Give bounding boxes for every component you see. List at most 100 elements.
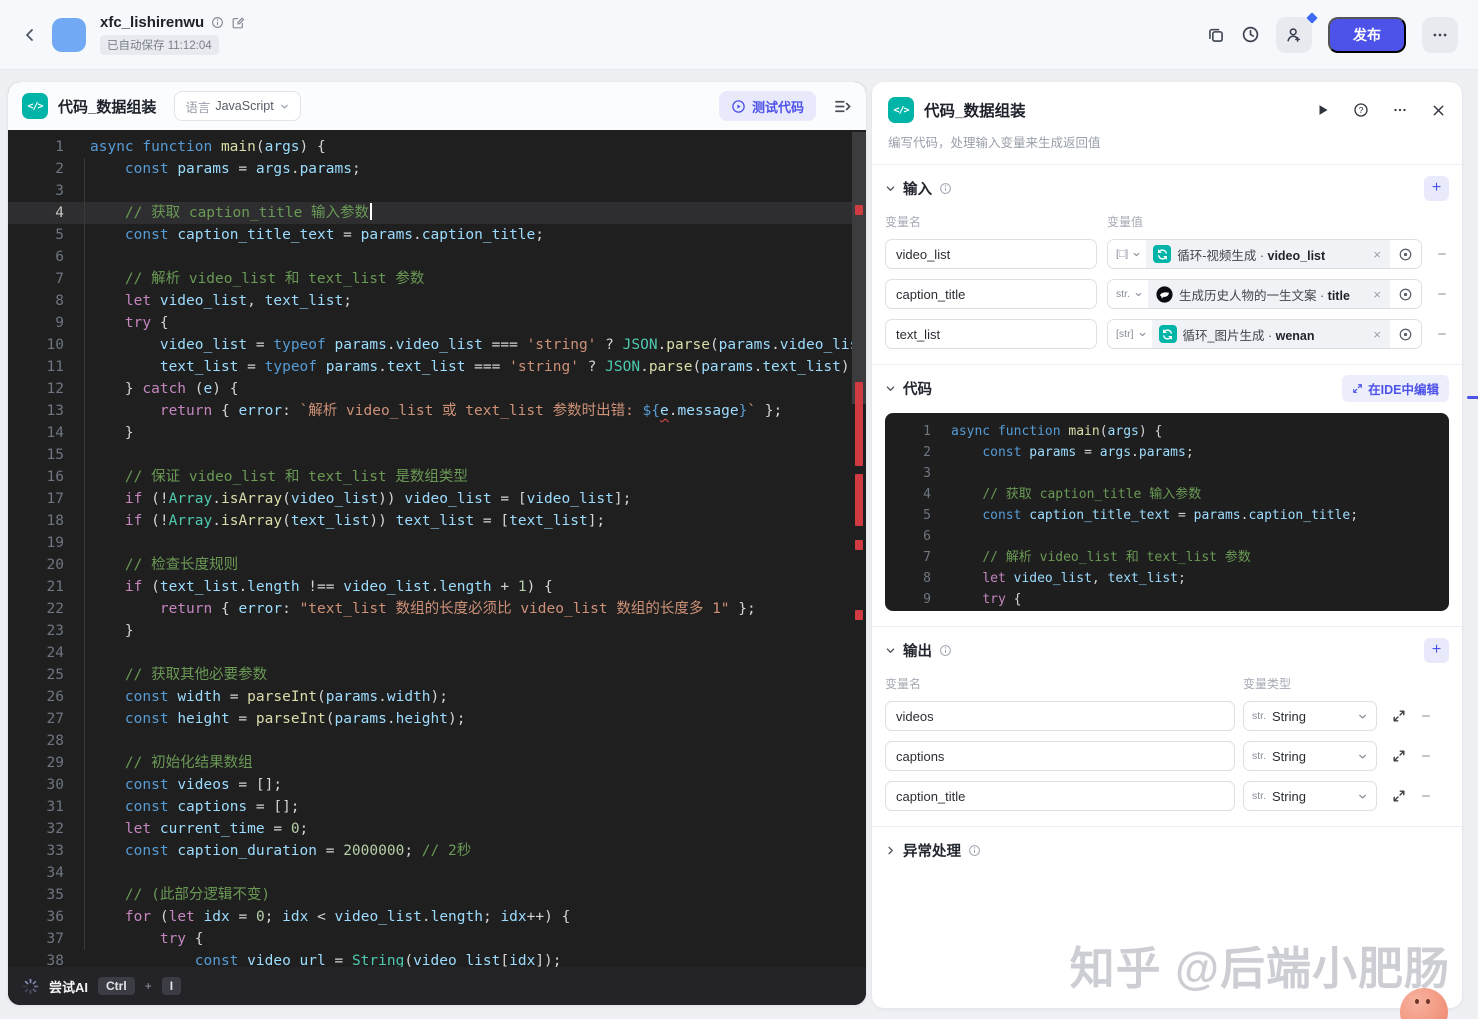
error-mark xyxy=(855,205,863,215)
chevron-down-icon xyxy=(1357,711,1368,722)
chevron-down-icon xyxy=(1133,252,1140,256)
add-input-button[interactable]: + xyxy=(1424,175,1449,201)
clear-reference-icon[interactable]: × xyxy=(1371,287,1383,302)
publish-button[interactable]: 发布 xyxy=(1328,16,1406,53)
app-icon[interactable] xyxy=(52,17,86,52)
plus-separator: + xyxy=(144,979,152,993)
column-label: 变量类型 xyxy=(1243,677,1292,691)
remove-row-icon[interactable]: − xyxy=(1419,708,1433,725)
indent-guide xyxy=(84,158,85,950)
clear-reference-icon[interactable]: × xyxy=(1371,327,1383,342)
remove-row-icon[interactable]: − xyxy=(1419,788,1433,805)
variable-value-control[interactable]: [str] 循环_图片生成 · wenan × xyxy=(1107,319,1422,349)
spinner-icon xyxy=(22,978,39,994)
language-select[interactable]: 语言 JavaScript xyxy=(174,91,301,121)
output-section: 输出 + 变量名 变量类型 str. String − str. String xyxy=(872,627,1462,827)
edit-in-ide-button[interactable]: 在IDE中编辑 xyxy=(1342,374,1449,402)
ai-assist-bar[interactable]: 尝试AI Ctrl + I xyxy=(8,967,866,1005)
output-section-title: 输出 xyxy=(903,643,932,660)
svg-text:?: ? xyxy=(1359,105,1364,115)
edit-icon[interactable] xyxy=(231,16,245,30)
clear-reference-icon[interactable]: × xyxy=(1371,247,1383,262)
chevron-down-icon[interactable] xyxy=(885,183,896,194)
mascot-eye xyxy=(1415,999,1419,1004)
remove-row-icon[interactable]: − xyxy=(1419,748,1433,765)
input-row: [□] 循环-视频生成 · video_list × − xyxy=(885,239,1449,269)
run-node-icon[interactable] xyxy=(1316,103,1330,117)
add-output-button[interactable]: + xyxy=(1424,637,1449,663)
reference-settings-icon[interactable] xyxy=(1398,327,1413,342)
reference-settings-icon[interactable] xyxy=(1398,287,1413,302)
test-code-button[interactable]: 测试代码 xyxy=(718,91,816,121)
remove-row-icon[interactable]: − xyxy=(1435,326,1449,343)
info-icon xyxy=(968,844,981,857)
app-title: xfc_lishirenwu xyxy=(100,14,205,31)
remove-row-icon[interactable]: − xyxy=(1435,246,1449,263)
expand-icon[interactable] xyxy=(1392,709,1406,723)
info-icon xyxy=(939,182,952,195)
history-icon[interactable] xyxy=(1241,25,1260,44)
scrollbar-thumb[interactable] xyxy=(852,132,866,404)
close-icon[interactable] xyxy=(1431,103,1446,118)
remove-row-icon[interactable]: − xyxy=(1435,286,1449,303)
variable-name-input[interactable] xyxy=(885,279,1097,309)
help-icon[interactable]: ? xyxy=(1353,102,1369,118)
output-row: str. String − xyxy=(885,741,1449,771)
chevron-right-icon[interactable] xyxy=(885,845,896,856)
duplicate-icon[interactable] xyxy=(1207,26,1225,44)
editor-scrollbar[interactable] xyxy=(852,130,866,967)
expand-icon[interactable] xyxy=(1392,789,1406,803)
premium-badge-icon xyxy=(1304,10,1320,25)
type-dropdown[interactable]: str. xyxy=(1108,288,1148,300)
back-icon[interactable] xyxy=(22,27,38,43)
error-mark xyxy=(855,474,863,526)
output-type-select[interactable]: str. String xyxy=(1243,701,1377,731)
input-section: 输入 + 变量名 变量值 [□] 循环-视频生成 · video_list xyxy=(872,165,1462,365)
editor-title: 代码_数据组装 xyxy=(58,98,157,116)
variable-name-input[interactable] xyxy=(885,319,1097,349)
input-row: [str] 循环_图片生成 · wenan × − xyxy=(885,319,1449,349)
ctrl-keycap: Ctrl xyxy=(98,977,135,995)
language-value: JavaScript xyxy=(215,99,274,113)
expand-icon[interactable] xyxy=(1392,749,1406,763)
column-label: 变量名 xyxy=(885,215,922,229)
autosave-status: 已自动保存 11:12:04 xyxy=(100,35,219,55)
collaborators-button[interactable] xyxy=(1276,10,1320,53)
output-type-select[interactable]: str. String xyxy=(1243,741,1377,771)
node-config-panel: </> 代码_数据组装 ? 编写代码，处理输入变量来生成返回值 输入 + 变量名… xyxy=(872,82,1462,1008)
reference-settings-icon[interactable] xyxy=(1398,247,1413,262)
chevron-down-icon xyxy=(1139,332,1145,336)
type-dropdown[interactable]: [str] xyxy=(1108,328,1152,340)
variable-name-input[interactable] xyxy=(885,239,1097,269)
chevron-down-icon[interactable] xyxy=(885,645,896,656)
error-mark xyxy=(855,540,863,550)
topbar: xfc_lishirenwu 已自动保存 11:12:04 发布 xyxy=(0,0,1478,70)
code-preview[interactable]: 1 async function main(args) {2 const para… xyxy=(885,413,1449,611)
column-label: 变量名 xyxy=(885,677,922,691)
play-circle-icon xyxy=(732,99,745,113)
variable-reference[interactable]: 循环_图片生成 · wenan × xyxy=(1151,320,1390,348)
more-icon[interactable] xyxy=(1392,102,1408,118)
editor-header: </> 代码_数据组装 语言 JavaScript 测试代码 xyxy=(8,82,866,130)
output-name-input[interactable] xyxy=(885,781,1235,811)
output-type-select[interactable]: str. String xyxy=(1243,781,1377,811)
code-editor-panel: </> 代码_数据组装 语言 JavaScript 测试代码 1 async fu… xyxy=(8,82,866,1005)
type-dropdown[interactable]: [□] xyxy=(1108,248,1146,260)
info-icon[interactable] xyxy=(211,16,224,29)
chevron-down-icon[interactable] xyxy=(885,383,896,394)
output-name-input[interactable] xyxy=(885,701,1235,731)
code-editor[interactable]: 1 async function main(args) {2 const para… xyxy=(8,130,866,967)
code-node-icon: </> xyxy=(22,93,48,119)
edge-indicator xyxy=(1467,396,1478,399)
config-subtitle: 编写代码，处理输入变量来生成返回值 xyxy=(888,136,1101,150)
variable-reference[interactable]: 循环-视频生成 · video_list × xyxy=(1146,240,1390,268)
error-mark xyxy=(855,382,863,466)
output-name-input[interactable] xyxy=(885,741,1235,771)
collapse-panel-icon[interactable] xyxy=(833,97,852,116)
variable-value-control[interactable]: str. 生成历史人物的一生文案 · title × xyxy=(1107,279,1422,309)
more-button[interactable] xyxy=(1422,16,1458,53)
variable-value-control[interactable]: [□] 循环-视频生成 · video_list × xyxy=(1107,239,1422,269)
loop-node-icon xyxy=(1153,245,1172,263)
variable-reference[interactable]: 生成历史人物的一生文案 · title × xyxy=(1148,280,1390,308)
loop-node-icon xyxy=(1158,325,1177,343)
